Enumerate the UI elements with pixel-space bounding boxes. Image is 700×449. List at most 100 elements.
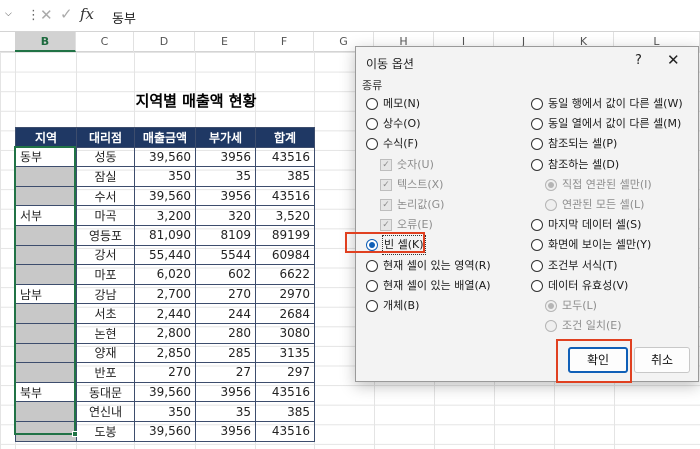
column-header-c[interactable]: C	[76, 32, 134, 52]
radio-icon[interactable]	[531, 158, 543, 171]
cell-branch[interactable]: 강남	[76, 283, 135, 305]
radio-icon[interactable]	[531, 239, 543, 252]
cell-sales[interactable]: 39,560	[134, 420, 196, 442]
cell-total[interactable]: 297	[255, 362, 315, 383]
radio-icon[interactable]	[531, 219, 543, 232]
radio-icon[interactable]	[531, 279, 543, 292]
cell-branch[interactable]: 양재	[76, 342, 135, 364]
column-header-f[interactable]: F	[255, 32, 314, 52]
column-header-d[interactable]: D	[134, 32, 195, 52]
cell-sales[interactable]: 55,440	[134, 244, 196, 266]
radio-icon[interactable]	[531, 118, 543, 131]
cell-region[interactable]: 북부	[15, 381, 77, 403]
cell-total[interactable]: 60984	[255, 244, 315, 266]
radio-icon[interactable]	[366, 279, 378, 292]
cell-sales[interactable]: 39,560	[134, 185, 196, 207]
cell-region[interactable]: 서부	[15, 205, 77, 226]
cancel-icon[interactable]: ✕	[40, 6, 53, 24]
radio-icon[interactable]	[366, 98, 378, 110]
cell-vat[interactable]: 3956	[195, 381, 256, 403]
header-region[interactable]: 지역	[15, 127, 77, 148]
cell-sales[interactable]: 2,800	[134, 322, 196, 344]
cell-branch[interactable]: 강서	[76, 244, 135, 266]
cell-vat[interactable]: 244	[195, 303, 256, 324]
cell-region[interactable]	[15, 244, 77, 266]
header-total[interactable]: 합계	[255, 127, 315, 148]
cell-vat[interactable]: 285	[195, 342, 256, 364]
cell-vat[interactable]: 3956	[195, 420, 256, 442]
radio-icon[interactable]	[531, 138, 543, 151]
cell-vat[interactable]: 280	[195, 322, 256, 344]
cell-sales[interactable]: 2,700	[134, 283, 196, 305]
cell-branch[interactable]: 성동	[76, 146, 135, 168]
cell-region[interactable]	[15, 303, 77, 324]
radio-icon[interactable]	[366, 239, 378, 252]
cell-branch[interactable]: 동대문	[76, 381, 135, 403]
help-icon[interactable]: ?	[635, 53, 642, 68]
cell-sales[interactable]: 2,440	[134, 303, 196, 324]
header-sales[interactable]: 매출금액	[134, 127, 196, 148]
cell-region[interactable]	[15, 342, 77, 364]
cell-branch[interactable]: 논현	[76, 322, 135, 344]
cell-total[interactable]: 43516	[255, 381, 315, 403]
cell-vat[interactable]: 35	[195, 166, 256, 187]
cell-sales[interactable]: 39,560	[134, 146, 196, 168]
cell-total[interactable]: 3080	[255, 322, 315, 344]
ok-button[interactable]: 확인	[568, 347, 628, 373]
cell-branch[interactable]: 잠실	[76, 166, 135, 187]
close-icon[interactable]: ✕	[667, 51, 680, 69]
radio-icon[interactable]	[366, 118, 378, 131]
cell-sales[interactable]: 6,020	[134, 264, 196, 285]
cell-branch[interactable]: 도봉	[76, 420, 135, 442]
cell-region[interactable]	[15, 322, 77, 344]
cell-vat[interactable]: 3956	[195, 185, 256, 207]
cell-sales[interactable]: 270	[134, 362, 196, 383]
cell-vat[interactable]: 320	[195, 205, 256, 226]
cell-vat[interactable]: 270	[195, 283, 256, 305]
cell-branch[interactable]: 연신내	[76, 401, 135, 422]
cell-total[interactable]: 3,520	[255, 205, 315, 226]
radio-icon[interactable]	[366, 138, 378, 151]
cell-sales[interactable]: 81,090	[134, 224, 196, 246]
cell-total[interactable]: 43516	[255, 420, 315, 442]
cell-region[interactable]	[15, 362, 77, 383]
cell-total[interactable]: 2970	[255, 283, 315, 305]
cell-sales[interactable]: 350	[134, 166, 196, 187]
cell-total[interactable]: 43516	[255, 146, 315, 168]
cell-region[interactable]	[15, 420, 77, 442]
cell-branch[interactable]: 서초	[76, 303, 135, 324]
cell-vat[interactable]: 5544	[195, 244, 256, 266]
cell-total[interactable]: 6622	[255, 264, 315, 285]
cell-vat[interactable]: 8109	[195, 224, 256, 246]
cell-sales[interactable]: 350	[134, 401, 196, 422]
cell-branch[interactable]: 마포	[76, 264, 135, 285]
cell-region[interactable]: 남부	[15, 283, 77, 305]
name-box-dropdown-icon[interactable]: ⌵	[5, 9, 12, 19]
radio-icon[interactable]	[531, 259, 543, 272]
cell-total[interactable]: 2684	[255, 303, 315, 324]
fill-handle[interactable]	[72, 431, 78, 437]
cell-region[interactable]: 동부	[15, 146, 77, 168]
cell-sales[interactable]: 3,200	[134, 205, 196, 226]
cell-region[interactable]	[15, 185, 77, 207]
header-vat[interactable]: 부가세	[195, 127, 256, 148]
insert-function-icon[interactable]: fx	[80, 5, 94, 23]
column-header-b[interactable]: B	[15, 32, 76, 52]
cancel-button[interactable]: 취소	[634, 347, 690, 373]
formula-input[interactable]: 동부	[112, 8, 136, 27]
cell-region[interactable]	[15, 264, 77, 285]
cell-branch[interactable]: 영등포	[76, 224, 135, 246]
enter-icon[interactable]: ✓	[60, 5, 73, 23]
cell-total[interactable]: 385	[255, 166, 315, 187]
header-branch[interactable]: 대리점	[76, 127, 135, 148]
cell-total[interactable]: 385	[255, 401, 315, 422]
cell-vat[interactable]: 602	[195, 264, 256, 285]
cell-branch[interactable]: 마곡	[76, 205, 135, 226]
column-header-e[interactable]: E	[195, 32, 255, 52]
cell-vat[interactable]: 35	[195, 401, 256, 422]
more-options-icon[interactable]: ⋮	[27, 8, 40, 23]
cell-sales[interactable]: 39,560	[134, 381, 196, 403]
cell-region[interactable]	[15, 166, 77, 187]
cell-vat[interactable]: 3956	[195, 146, 256, 168]
cell-branch[interactable]: 반포	[76, 362, 135, 383]
